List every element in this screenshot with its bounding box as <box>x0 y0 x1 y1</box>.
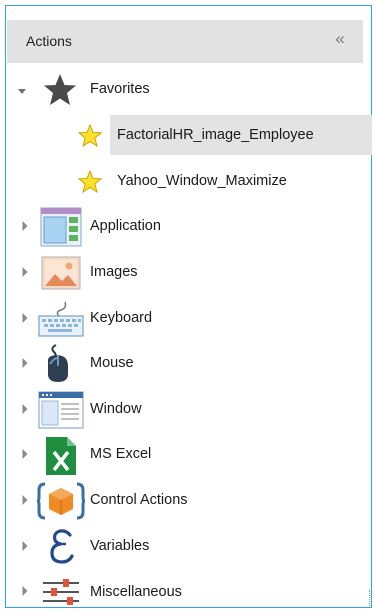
tree-node-label: Window <box>90 401 142 417</box>
collapsed-arrow-icon[interactable] <box>20 540 30 552</box>
panel-resize-grip[interactable] <box>369 590 373 606</box>
favorite-item-label: FactorialHR_image_Employee <box>117 127 314 143</box>
tree-node-label: Keyboard <box>90 310 153 326</box>
tree-node-label: Application <box>90 218 161 234</box>
tree-node-window[interactable]: Window <box>0 390 375 430</box>
tree-node-label: MS Excel <box>90 446 152 462</box>
tree-node-control-actions[interactable]: Control Actions <box>0 481 375 521</box>
expanded-arrow-icon[interactable] <box>17 86 27 98</box>
window-icon <box>38 391 84 429</box>
tree-node-label: Mouse <box>90 355 134 371</box>
mouse-icon <box>48 344 68 382</box>
favorite-star-icon <box>78 124 102 147</box>
image-icon <box>41 256 81 290</box>
favorite-item[interactable]: FactorialHR_image_Employee <box>0 115 375 155</box>
tree-node-label: Variables <box>90 538 150 554</box>
collapsed-arrow-icon[interactable] <box>20 448 30 460</box>
tree-node-keyboard[interactable]: Keyboard <box>0 299 375 339</box>
tree-node-application[interactable]: Application <box>0 207 375 247</box>
favorite-star-icon <box>78 170 102 193</box>
tree-node-label: Images <box>90 264 138 280</box>
collapsed-arrow-icon[interactable] <box>20 357 30 369</box>
collapsed-arrow-icon[interactable] <box>20 494 30 506</box>
collapsed-arrow-icon[interactable] <box>20 403 30 415</box>
collapsed-arrow-icon[interactable] <box>20 585 30 597</box>
collapsed-arrow-icon[interactable] <box>20 220 30 232</box>
tree-node-variables[interactable]: Variables <box>0 527 375 567</box>
keyboard-icon <box>38 301 84 337</box>
tree-node-mouse[interactable]: Mouse <box>0 344 375 384</box>
control-actions-icon <box>37 482 85 520</box>
actions-tree: Favorites FactorialHR_image_Employee Yah… <box>0 0 375 611</box>
excel-icon <box>46 437 76 475</box>
tree-node-label: Control Actions <box>90 492 188 508</box>
tree-node-images[interactable]: Images <box>0 253 375 293</box>
collapsed-arrow-icon[interactable] <box>20 266 30 278</box>
tree-node-label: Miscellaneous <box>90 584 182 600</box>
star-icon <box>44 74 76 105</box>
tree-node-label: Favorites <box>90 81 150 97</box>
application-icon <box>40 207 82 247</box>
collapsed-arrow-icon[interactable] <box>20 312 30 324</box>
miscellaneous-icon <box>43 579 79 605</box>
tree-node-favorites[interactable]: Favorites <box>0 70 375 110</box>
tree-node-miscellaneous[interactable]: Miscellaneous <box>0 572 375 612</box>
favorite-item[interactable]: Yahoo_Window_Maximize <box>0 162 375 202</box>
tree-node-ms-excel[interactable]: MS Excel <box>0 435 375 475</box>
favorite-item-label: Yahoo_Window_Maximize <box>117 173 287 189</box>
variables-icon <box>50 529 74 564</box>
